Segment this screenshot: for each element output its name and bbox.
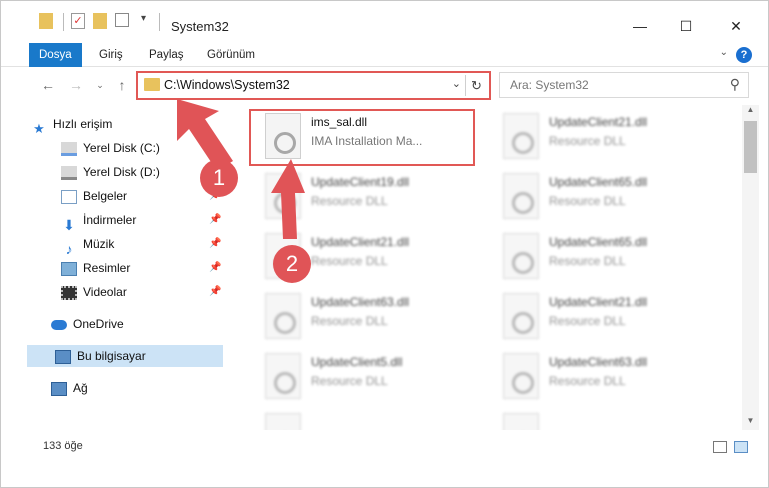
step-2-badge: 2 <box>273 245 311 283</box>
annotation-arrows <box>177 99 305 239</box>
step-1-badge: 1 <box>200 159 238 197</box>
arrow-2-shape <box>271 159 305 239</box>
file-explorer-window: ✓ ▾ System32 — ☐ ✕ Dosya Giriş Paylaş Gö… <box>0 0 769 488</box>
